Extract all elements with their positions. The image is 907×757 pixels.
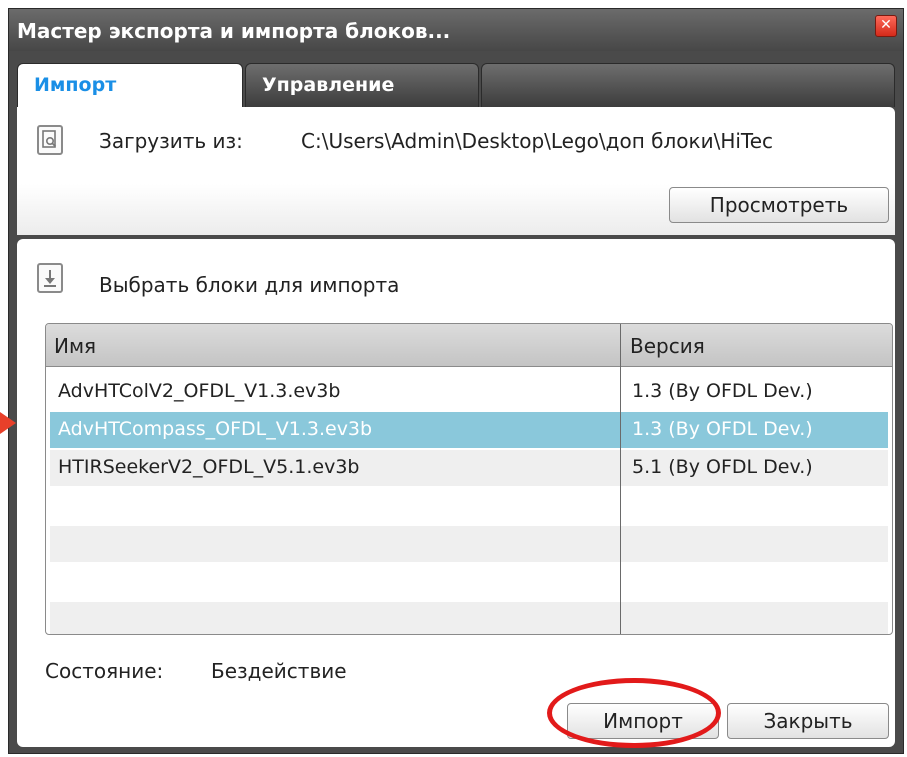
table-header: Имя Версия [46,324,892,367]
select-blocks-section: Выбрать блоки для импорта Имя Версия Adv… [17,239,895,747]
status-value: Бездействие [211,659,347,683]
row-version: 1.3 (By OFDL Dev.) [632,418,813,440]
download-arrow-icon [37,263,63,293]
tab-strip: Импорт Управление [9,53,903,107]
table-row[interactable]: HTIRSeekerV2_OFDL_V5.1.ev3b 5.1 (By OFDL… [50,450,888,486]
row-version: 5.1 (By OFDL Dev.) [632,456,813,478]
table-row[interactable]: AdvHTColV2_OFDL_V1.3.ev3b 1.3 (By OFDL D… [50,374,888,410]
annotation-arrow-icon [0,412,16,434]
empty-table-row [50,526,888,562]
row-name: AdvHTCompass_OFDL_V1.3.ev3b [58,418,373,440]
load-from-label: Загрузить из: [99,129,243,153]
tab-manage[interactable]: Управление [245,63,479,107]
column-divider[interactable] [620,324,621,634]
column-header-version[interactable]: Версия [630,334,705,358]
table-row-selected[interactable]: AdvHTCompass_OFDL_V1.3.ev3b 1.3 (By OFDL… [50,412,888,448]
close-window-button[interactable]: ✕ [875,15,897,37]
status-label: Состояние: [45,659,164,683]
load-section: Загрузить из: C:\Users\Admin\Desktop\Leg… [17,107,895,235]
close-icon: ✕ [880,17,892,33]
annotation-highlight-oval [547,678,721,748]
select-blocks-label: Выбрать блоки для импорта [99,273,400,297]
row-name: HTIRSeekerV2_OFDL_V5.1.ev3b [58,456,360,478]
row-version: 1.3 (By OFDL Dev.) [632,380,813,402]
window-title: Мастер экспорта и импорта блоков... [17,19,451,43]
close-button[interactable]: Закрыть [727,703,889,739]
tab-import[interactable]: Импорт [17,63,243,107]
empty-table-row [50,564,888,600]
title-bar[interactable]: Мастер экспорта и импорта блоков... ✕ [9,9,903,51]
column-header-name[interactable]: Имя [54,334,96,358]
empty-table-row [50,602,888,634]
row-name: AdvHTColV2_OFDL_V1.3.ev3b [58,380,341,402]
tab-strip-filler [481,63,895,107]
empty-table-row [50,488,888,524]
browse-button[interactable]: Просмотреть [669,187,889,223]
document-search-icon [37,125,63,155]
load-path-field[interactable]: C:\Users\Admin\Desktop\Lego\доп блоки\Hi… [301,129,885,153]
import-wizard-window: Мастер экспорта и импорта блоков... ✕ Им… [8,8,904,754]
blocks-table: Имя Версия AdvHTColV2_OFDL_V1.3.ev3b 1.3… [45,323,893,635]
